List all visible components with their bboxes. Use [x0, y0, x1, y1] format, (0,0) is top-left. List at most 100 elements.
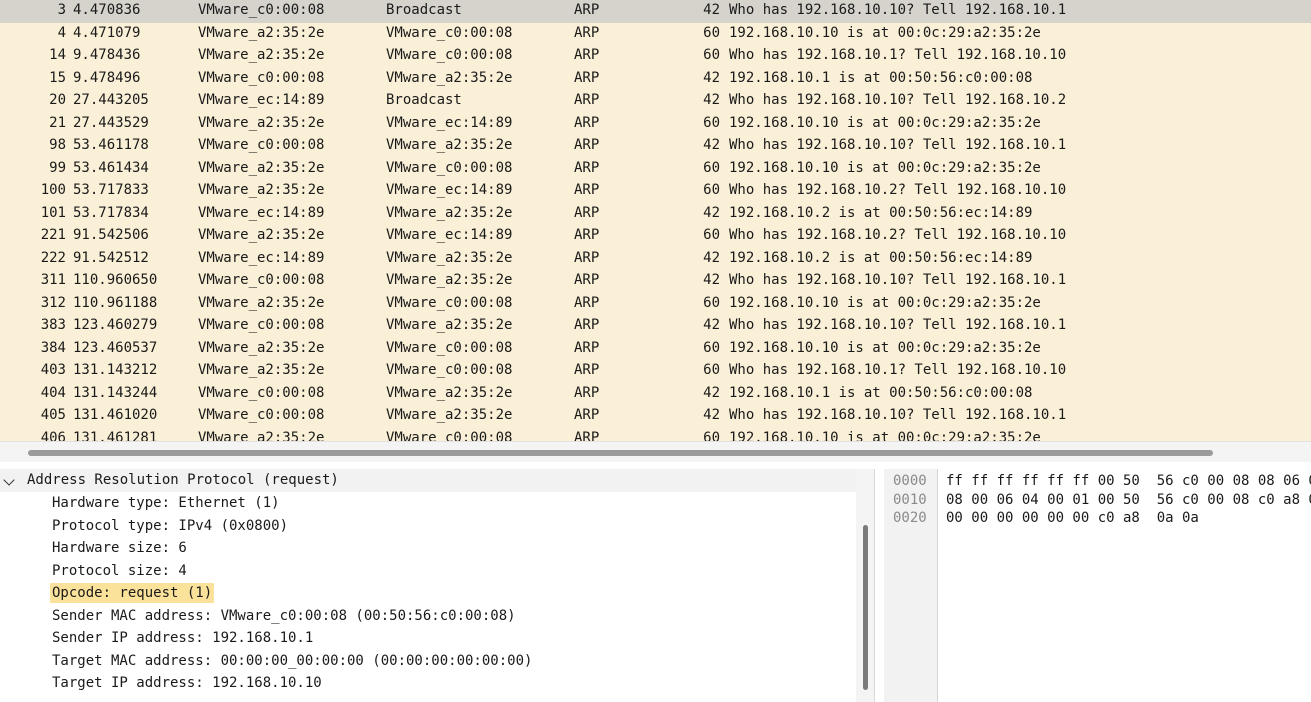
packet-row[interactable]: 222 91.542512 VMware_ec:14:89 VMware_a2:35:…	[0, 247, 1311, 270]
packet-length: 42	[703, 407, 720, 423]
packet-list-horizontal-scrollbar[interactable]	[0, 441, 1311, 462]
packet-row[interactable]: 99 53.461434 VMware_a2:35:2e VMware_c0:00:0…	[0, 157, 1311, 180]
packet-length: 42	[703, 272, 720, 288]
packet-destination: VMware_a2:35:2e	[386, 407, 513, 423]
arp-field-item[interactable]: Hardware type: Ethernet (1)	[0, 492, 856, 515]
packet-number: 404	[40, 384, 66, 401]
packet-row[interactable]: 21 27.443529 VMware_a2:35:2e VMware_ec:14:8…	[0, 112, 1311, 135]
bytes-offset-column: 0000 0010 0020	[884, 469, 938, 702]
packet-info: 192.168.10.1 is at 00:50:56:c0:00:08	[729, 384, 1033, 401]
arp-field-label: Protocol size: 4	[52, 562, 187, 579]
packet-row[interactable]: 404 131.143244 VMware_c0:00:08 VMware_a2:35…	[0, 382, 1311, 405]
packet-source: VMware_a2:35:2e	[198, 429, 325, 442]
packet-destination: VMware_a2:35:2e	[386, 384, 513, 401]
packet-protocol: ARP	[574, 429, 600, 442]
arp-field-item[interactable]: Target IP address: 192.168.10.10	[0, 672, 856, 695]
packet-length: 42	[703, 92, 720, 108]
horizontal-scrollbar-thumb[interactable]	[28, 450, 1213, 456]
packet-info: Who has 192.168.10.10? Tell 192.168.10.1	[729, 137, 1067, 153]
packet-source: VMware_c0:00:08	[198, 69, 325, 86]
packet-row[interactable]: 312 110.961188 VMware_a2:35:2e VMware_c0:00…	[0, 292, 1311, 315]
packet-length: 42	[703, 249, 720, 266]
packet-time: 91.542506	[73, 227, 149, 243]
packet-row[interactable]: 406 131.461281 VMware_a2:35:2e VMware_c0:00…	[0, 427, 1311, 442]
packet-time: 27.443205	[73, 92, 149, 108]
arp-field-item[interactable]: Protocol type: IPv4 (0x0800)	[0, 515, 856, 538]
packet-protocol: ARP	[574, 137, 600, 153]
packet-row[interactable]: 384 123.460537 VMware_a2:35:2e VMware_c0:00…	[0, 337, 1311, 360]
packet-row[interactable]: 14 9.478436 VMware_a2:35:2e VMware_c0:00:08…	[0, 45, 1311, 68]
packet-row[interactable]: 100 53.717833 VMware_a2:35:2e VMware_ec:14:…	[0, 180, 1311, 203]
arp-field-label: Hardware size: 6	[52, 540, 187, 556]
chevron-down-icon[interactable]	[3, 474, 15, 486]
arp-tree-header[interactable]: Address Resolution Protocol (request)	[0, 469, 856, 492]
packet-destination: VMware_ec:14:89	[386, 114, 513, 131]
packet-info: 192.168.10.10 is at 00:0c:29:a2:35:2e	[729, 159, 1041, 176]
packet-destination: Broadcast	[386, 2, 462, 18]
packet-time: 53.461178	[73, 137, 149, 153]
packet-time: 123.460279	[73, 317, 158, 333]
packet-row[interactable]: 403 131.143212 VMware_a2:35:2e VMware_c0:00…	[0, 360, 1311, 383]
packet-time: 110.960650	[73, 272, 158, 288]
packet-number: 98	[49, 137, 66, 153]
packet-length: 42	[703, 204, 720, 221]
packet-row[interactable]: 4 4.471079 VMware_a2:35:2e VMware_c0:00:08 A…	[0, 22, 1311, 45]
packet-protocol: ARP	[574, 317, 600, 333]
packet-list[interactable]: 3 4.470836 VMware_c0:00:08 Broadcast ARP 42 Wh…	[0, 0, 1311, 441]
packet-length: 60	[703, 227, 720, 243]
arp-field-item[interactable]: Opcode: request (1)	[0, 582, 856, 605]
arp-field-item[interactable]: Sender MAC address: VMware_c0:00:08 (00:…	[0, 605, 856, 628]
bytes-hex-line[interactable]: 08 00 06 04 00 01 00 50 56 c0 00 08 c0 a…	[946, 491, 1311, 509]
packet-length: 60	[703, 114, 720, 131]
packet-destination: VMware_c0:00:08	[386, 362, 513, 378]
packet-length: 60	[703, 362, 720, 378]
packet-row[interactable]: 383 123.460279 VMware_c0:00:08 VMware_a2:35…	[0, 315, 1311, 338]
arp-field-label: Target MAC address: 00:00:00_00:00:00 (0…	[52, 652, 533, 669]
packet-number: 21	[49, 114, 66, 131]
packet-details-pane[interactable]: Address Resolution Protocol (request) Ha…	[0, 469, 856, 702]
arp-field-item[interactable]: Sender IP address: 192.168.10.1	[0, 627, 856, 650]
packet-number: 101	[40, 204, 66, 221]
packet-info: 192.168.10.2 is at 00:50:56:ec:14:89	[729, 204, 1033, 221]
packet-number: 221	[40, 227, 66, 243]
details-vertical-scrollbar[interactable]	[856, 469, 874, 702]
packet-row[interactable]: 15 9.478496 VMware_c0:00:08 VMware_a2:35:2e…	[0, 67, 1311, 90]
vertical-scrollbar-thumb[interactable]	[863, 525, 868, 690]
packet-protocol: ARP	[574, 114, 600, 131]
packet-row[interactable]: 98 53.461178 VMware_c0:00:08 VMware_a2:35:2…	[0, 135, 1311, 158]
packet-destination: VMware_a2:35:2e	[386, 249, 513, 266]
packet-number: 14	[49, 47, 66, 63]
packet-bytes-pane[interactable]: 0000 0010 0020 ff ff ff ff ff ff 00 50 56 …	[884, 469, 1311, 702]
pane-splitter[interactable]	[874, 469, 884, 702]
bytes-hex-line[interactable]: 00 00 00 00 00 00 c0 a8 0a 0a	[946, 509, 1199, 527]
packet-info: 192.168.10.2 is at 00:50:56:ec:14:89	[729, 249, 1033, 266]
arp-field-item[interactable]: Protocol size: 4	[0, 560, 856, 583]
packet-destination: VMware_c0:00:08	[386, 159, 513, 176]
packet-source: VMware_c0:00:08	[198, 272, 325, 288]
packet-length: 42	[703, 317, 720, 333]
packet-destination: VMware_ec:14:89	[386, 182, 513, 198]
packet-destination: VMware_c0:00:08	[386, 24, 513, 41]
bytes-offset: 0020	[893, 510, 927, 526]
packet-time: 9.478496	[73, 69, 141, 86]
packet-protocol: ARP	[574, 294, 600, 311]
packet-number: 3	[57, 2, 66, 18]
packet-destination: VMware_a2:35:2e	[386, 317, 513, 333]
packet-row-selected[interactable]: 3 4.470836 VMware_c0:00:08 Broadcast ARP 42 Wh…	[0, 0, 1311, 23]
packet-row[interactable]: 20 27.443205 VMware_ec:14:89 Broadcast ARP 42…	[0, 90, 1311, 113]
packet-row[interactable]: 311 110.960650 VMware_c0:00:08 VMware_a2:35…	[0, 270, 1311, 293]
packet-info: Who has 192.168.10.10? Tell 192.168.10.1	[729, 317, 1067, 333]
packet-protocol: ARP	[574, 384, 600, 401]
arp-field-item[interactable]: Target MAC address: 00:00:00_00:00:00 (0…	[0, 650, 856, 673]
packet-info: 192.168.10.10 is at 00:0c:29:a2:35:2e	[729, 294, 1041, 311]
packet-row[interactable]: 405 131.461020 VMware_c0:00:08 VMware_a2:35…	[0, 405, 1311, 428]
packet-number: 100	[40, 182, 66, 198]
packet-source: VMware_a2:35:2e	[198, 339, 325, 356]
packet-length: 60	[703, 294, 720, 311]
packet-row[interactable]: 101 53.717834 VMware_ec:14:89 VMware_a2:35:…	[0, 202, 1311, 225]
arp-field-item[interactable]: Hardware size: 6	[0, 537, 856, 560]
packet-source: VMware_c0:00:08	[198, 137, 325, 153]
packet-time: 53.461434	[73, 159, 149, 176]
bytes-hex-line[interactable]: ff ff ff ff ff ff 00 50 56 c0 00 08 08 0…	[946, 472, 1311, 490]
packet-row[interactable]: 221 91.542506 VMware_a2:35:2e VMware_ec:14:…	[0, 225, 1311, 248]
